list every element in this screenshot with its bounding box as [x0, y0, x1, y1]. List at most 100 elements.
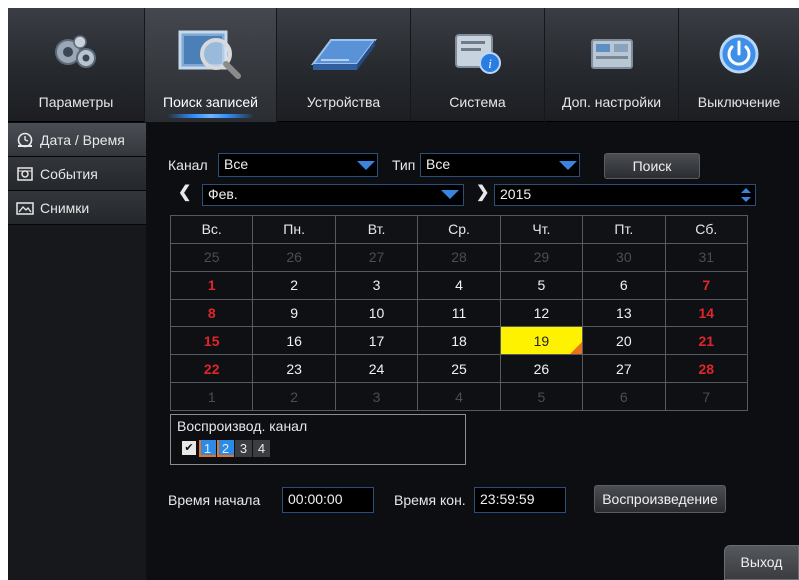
- start-time-input[interactable]: 00:00:00: [282, 487, 374, 513]
- calendar-day[interactable]: 1: [169, 270, 254, 300]
- chevron-down-icon: [559, 161, 577, 170]
- sidebar-item-snapshots[interactable]: Снимки: [8, 191, 146, 225]
- type-label: Тип: [392, 157, 416, 173]
- channel-select-value: Все: [224, 156, 249, 172]
- sidebar-item-events[interactable]: События: [8, 157, 146, 191]
- sidebar-label-snapshots: Снимки: [40, 199, 90, 216]
- year-spinner[interactable]: 2015: [494, 184, 756, 206]
- top-navigation: Параметры Поиск записей Устройства i Сис…: [8, 8, 799, 122]
- calendar-day-other-month: 29: [499, 242, 584, 272]
- channel-4-toggle[interactable]: 4: [253, 440, 270, 457]
- calendar-day[interactable]: 21: [664, 326, 749, 356]
- calendar-day[interactable]: 23: [252, 354, 336, 384]
- system-info-icon: i: [454, 34, 501, 74]
- nav-item-parameters[interactable]: Параметры: [8, 8, 145, 122]
- playback-button[interactable]: Воспроизведение: [594, 485, 726, 513]
- calendar-day-other-month: 6: [582, 382, 666, 411]
- prev-month-button[interactable]: ❮: [178, 182, 191, 202]
- calendar-day[interactable]: 10: [334, 298, 419, 328]
- exit-button[interactable]: Выход: [724, 545, 799, 580]
- sidebar-label-events: События: [40, 165, 98, 182]
- power-icon: [719, 34, 759, 74]
- hard-drive-icon: [310, 39, 377, 70]
- dvr-screen: Параметры Поиск записей Устройства i Сис…: [8, 8, 799, 580]
- calendar-day[interactable]: 15: [169, 326, 254, 356]
- nav-label-system: Система: [449, 94, 506, 110]
- advanced-settings-icon: [590, 39, 633, 69]
- calendar-day-other-month: 4: [417, 382, 501, 411]
- calendar-clock-icon: [17, 132, 33, 147]
- calendar-day[interactable]: 25: [417, 354, 501, 384]
- calendar-week-row: 8 9 10 11 12 13 14: [169, 298, 749, 328]
- calendar-day-with-record[interactable]: 19: [499, 326, 584, 356]
- calendar-week-row: 1234567: [169, 382, 749, 411]
- calendar-day[interactable]: 5: [499, 270, 584, 300]
- calendar-day[interactable]: 11: [417, 298, 501, 328]
- calendar-day[interactable]: 14: [664, 298, 749, 328]
- nav-item-record-search[interactable]: Поиск записей: [145, 8, 277, 122]
- calendar-day[interactable]: 2: [252, 270, 336, 300]
- calendar-week-row: 1234567: [169, 270, 749, 300]
- calendar-day[interactable]: 6: [582, 270, 666, 300]
- gears-icon: [55, 35, 96, 68]
- nav-item-devices[interactable]: Устройства: [277, 8, 411, 122]
- start-time-label: Время начала: [168, 492, 261, 508]
- search-button[interactable]: Поиск: [604, 153, 700, 179]
- type-select[interactable]: Все: [420, 153, 580, 177]
- record-search-panel: Канал Все Тип Все Поиск ❮ Фев. ❯ 2015 Вс…: [148, 123, 799, 580]
- weekday-header: Пт.: [582, 215, 666, 244]
- calendar-day[interactable]: 18: [417, 326, 501, 356]
- svg-text:i: i: [488, 56, 492, 71]
- calendar-day[interactable]: 4: [417, 270, 501, 300]
- calendar-day-other-month: 28: [417, 242, 501, 272]
- calendar-day[interactable]: 26: [499, 354, 584, 384]
- sidebar-item-date-time[interactable]: Дата / Время: [8, 123, 146, 157]
- channel-3-toggle[interactable]: 3: [235, 440, 252, 457]
- weekday-header: Ср.: [417, 215, 501, 244]
- calendar-day[interactable]: 20: [582, 326, 666, 356]
- month-select[interactable]: Фев.: [202, 184, 464, 206]
- weekday-header: Вс.: [169, 215, 254, 244]
- next-month-button[interactable]: ❯: [476, 182, 489, 202]
- calendar-week-row: 25 26 27 28 29 30 31: [169, 242, 749, 272]
- calendar-day[interactable]: 27: [582, 354, 666, 384]
- playback-channel-title: Воспроизвод. канал: [177, 418, 308, 434]
- weekday-header: Чт.: [499, 215, 584, 244]
- calendar-day[interactable]: 3: [334, 270, 419, 300]
- calendar-day[interactable]: 22: [169, 354, 254, 384]
- calendar-day[interactable]: 28: [664, 354, 749, 384]
- nav-item-shutdown[interactable]: Выключение: [679, 8, 799, 122]
- end-time-label: Время кон.: [394, 492, 466, 508]
- calendar-day[interactable]: 24: [334, 354, 419, 384]
- calendar-day-other-month: 31: [664, 242, 749, 272]
- calendar-day[interactable]: 8: [169, 298, 254, 328]
- spinner-arrows-icon[interactable]: [741, 188, 751, 202]
- calendar-day-other-month: 27: [334, 242, 419, 272]
- calendar-day[interactable]: 13: [582, 298, 666, 328]
- nav-label-devices: Устройства: [306, 94, 381, 110]
- events-icon: [17, 166, 33, 181]
- calendar-day[interactable]: 17: [334, 326, 419, 356]
- calendar-day[interactable]: 16: [252, 326, 336, 356]
- calendar-day-other-month: 7: [664, 382, 749, 411]
- channel-1-toggle[interactable]: 1: [199, 440, 216, 457]
- calendar-grid: Вс. Пн. Вт. Ср. Чт. Пт. Сб. 25 26 27 28 29 30 31 1 2 3 4 5…: [169, 215, 749, 411]
- calendar-day[interactable]: 12: [499, 298, 584, 328]
- calendar-day-other-month: 3: [334, 382, 419, 411]
- channel-select[interactable]: Все: [218, 153, 378, 177]
- channel-2-toggle[interactable]: 2: [217, 440, 234, 457]
- nav-item-advanced[interactable]: Доп. настройки: [545, 8, 679, 122]
- select-all-checkbox[interactable]: ✔: [182, 441, 196, 455]
- nav-item-system[interactable]: i Система: [411, 8, 545, 122]
- search-records-icon: [178, 30, 241, 79]
- calendar-day-other-month: 25: [169, 242, 254, 272]
- nav-label-advanced: Доп. настройки: [561, 94, 662, 110]
- calendar-day[interactable]: 7: [664, 270, 749, 300]
- calendar-day-other-month: 1: [169, 382, 254, 411]
- nav-label-record-search: Поиск записей: [163, 94, 258, 110]
- sidebar: Дата / Время События Снимки: [8, 123, 146, 580]
- calendar-day[interactable]: 9: [252, 298, 336, 328]
- end-time-input[interactable]: 23:59:59: [474, 487, 566, 513]
- year-spinner-value: 2015: [500, 186, 532, 202]
- calendar-day-other-month: 30: [582, 242, 666, 272]
